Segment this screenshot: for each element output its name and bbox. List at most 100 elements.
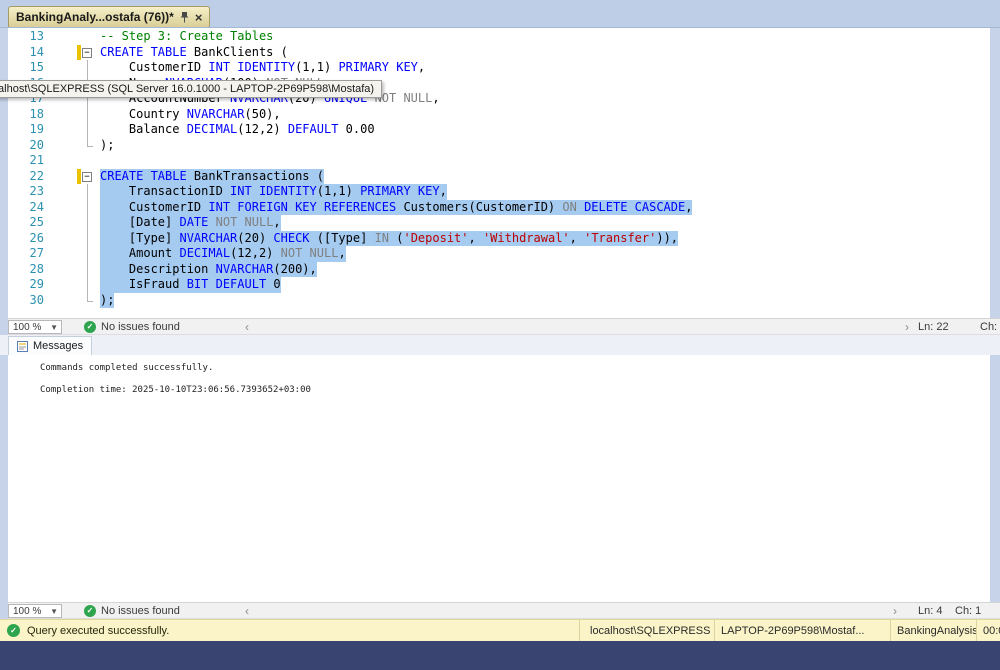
collapse-toggle-icon[interactable]: − — [81, 45, 95, 61]
fold-margin — [81, 261, 95, 278]
tab-messages[interactable]: Messages — [8, 336, 93, 355]
line-number: 26 — [29, 230, 44, 245]
fold-margin — [81, 122, 95, 138]
line-number: 19 — [29, 122, 44, 136]
query-status-bar: ✓ Query executed successfully. localhost… — [0, 619, 1000, 641]
column-indicator: Ch: 1 — [955, 605, 982, 617]
line-number: 29 — [29, 277, 44, 291]
code-line[interactable]: 14 − CREATE TABLE BankClients ( — [8, 44, 990, 61]
code-line[interactable]: 28 Description NVARCHAR(200), — [8, 261, 990, 278]
code-text: -- Step 3: Create Tables — [100, 29, 274, 43]
results-tab-row: Messages — [0, 335, 1000, 355]
code-text: Description NVARCHAR(200), — [100, 261, 317, 277]
elapsed-time-indicator: 00:0... — [976, 620, 1000, 641]
issues-indicator: ✓ No issues found — [84, 603, 180, 618]
messages-line: Completion time: 2025-10-10T23:06:56.739… — [40, 385, 311, 395]
chevron-down-icon: ▼ — [50, 606, 58, 616]
code-line[interactable]: 25 [Date] DATE NOT NULL, — [8, 215, 990, 231]
code-line[interactable]: 27 Amount DECIMAL(12,2) NOT NULL, — [8, 246, 990, 262]
check-icon: ✓ — [84, 604, 96, 617]
zoom-value: 100 % — [13, 605, 42, 617]
code-line[interactable]: 22 − CREATE TABLE BankTransactions ( — [8, 168, 990, 185]
messages-status-strip: 100 % ▼ ✓ No issues found ‹ › Ln: 4 Ch: … — [8, 602, 1000, 619]
connection-tooltip: localhost\SQLEXPRESS (SQL Server 16.0.10… — [0, 80, 383, 98]
fold-margin — [81, 230, 95, 247]
line-indicator: Ln: 4 — [918, 605, 943, 617]
user-indicator: LAPTOP-2P69P598\Mostaf... — [714, 620, 890, 641]
code-area[interactable]: 13 -- Step 3: Create Tables 14− CREATE TABL… — [8, 28, 990, 308]
code-line[interactable]: 26 [Type] NVARCHAR(20) CHECK ([Type] IN … — [8, 230, 990, 247]
line-number: 27 — [29, 246, 44, 260]
code-line[interactable]: 29 IsFraud BIT DEFAULT 0 — [8, 277, 990, 293]
messages-icon — [17, 340, 28, 352]
status-bar-panels: localhost\SQLEXPRESS (16.0 ... LAPTOP-2P… — [579, 620, 1000, 641]
code-line[interactable]: 20); — [8, 137, 990, 154]
collapse-toggle-icon[interactable]: − — [81, 169, 95, 185]
line-number: 20 — [29, 137, 44, 152]
database-indicator: BankingAnalysis — [890, 620, 976, 641]
close-icon[interactable]: × — [195, 11, 203, 24]
code-line[interactable]: 19 Balance DECIMAL(12,2) DEFAULT 0.00 — [8, 122, 990, 138]
scroll-right-icon[interactable]: › — [893, 604, 897, 618]
document-tab-title: BankingAnaly...ostafa (76))* — [16, 10, 174, 24]
code-line[interactable]: 24 CustomerID INT FOREIGN KEY REFERENCES… — [8, 199, 990, 216]
line-number: 18 — [29, 106, 44, 121]
document-tab-bar: BankingAnaly...ostafa (76))* × — [0, 0, 1000, 28]
pin-icon[interactable] — [180, 11, 189, 23]
elapsed-label: 00:0... — [983, 624, 1000, 637]
fold-margin — [81, 184, 95, 200]
check-icon: ✓ — [84, 320, 96, 333]
status-message: Query executed successfully. — [27, 624, 170, 637]
success-check-icon: ✓ — [7, 624, 20, 637]
code-line[interactable]: 15 CustomerID INT IDENTITY(1,1) PRIMARY … — [8, 60, 990, 76]
column-indicator: Ch: — [980, 321, 998, 333]
code-text: [Date] DATE NOT NULL, — [100, 215, 281, 231]
code-text: Country NVARCHAR(50), — [100, 106, 281, 121]
document-tab[interactable]: BankingAnaly...ostafa (76))* × — [8, 6, 211, 27]
zoom-value: 100 % — [13, 321, 42, 333]
code-text: ); — [100, 292, 115, 308]
issues-label: No issues found — [101, 604, 180, 617]
line-number: 24 — [29, 199, 44, 214]
code-line[interactable]: 23 TransactionID INT IDENTITY(1,1) PRIMA… — [8, 184, 990, 200]
fold-margin — [81, 292, 95, 309]
code-line[interactable]: 30); — [8, 292, 990, 309]
code-line[interactable]: 21 — [8, 153, 990, 169]
taskbar-area — [0, 641, 1000, 670]
messages-tab-label: Messages — [33, 340, 84, 352]
zoom-selector[interactable]: 100 % ▼ — [8, 320, 62, 334]
code-text: CustomerID INT FOREIGN KEY REFERENCES Cu… — [100, 199, 693, 215]
fold-margin — [81, 29, 95, 45]
database-label: BankingAnalysis — [897, 624, 976, 637]
user-label: LAPTOP-2P69P598\Mostaf... — [721, 624, 865, 637]
code-text: TransactionID INT IDENTITY(1,1) PRIMARY … — [100, 184, 447, 200]
line-number: 13 — [29, 29, 44, 43]
line-number: 15 — [29, 60, 44, 74]
scroll-right-icon[interactable]: › — [905, 320, 909, 334]
fold-margin — [81, 277, 95, 293]
code-text: Amount DECIMAL(12,2) NOT NULL, — [100, 246, 346, 262]
sql-editor[interactable]: 13 -- Step 3: Create Tables 14− CREATE TABL… — [0, 28, 990, 318]
line-number: 23 — [29, 184, 44, 198]
scroll-left-icon[interactable]: ‹ — [245, 320, 249, 334]
fold-margin — [81, 60, 95, 76]
scroll-left-icon[interactable]: ‹ — [245, 604, 249, 618]
zoom-selector[interactable]: 100 % ▼ — [8, 604, 62, 618]
messages-pane: Commands completed successfully. Complet… — [8, 355, 990, 602]
fold-margin — [81, 153, 95, 169]
server-label: localhost\SQLEXPRESS (16.0 ... — [590, 624, 714, 637]
code-text: Balance DECIMAL(12,2) DEFAULT 0.00 — [100, 122, 375, 136]
line-indicator: Ln: 22 — [918, 321, 949, 333]
code-text: IsFraud BIT DEFAULT 0 — [100, 277, 281, 293]
code-text: CREATE TABLE BankTransactions ( — [100, 168, 324, 184]
fold-margin — [81, 215, 95, 231]
chevron-down-icon: ▼ — [50, 322, 58, 332]
code-line[interactable]: 13 -- Step 3: Create Tables — [8, 29, 990, 45]
issues-indicator: ✓ No issues found — [84, 319, 180, 334]
messages-line: Commands completed successfully. — [40, 363, 214, 373]
code-text: [Type] NVARCHAR(20) CHECK ([Type] IN ('D… — [100, 230, 679, 246]
code-line[interactable]: 18 Country NVARCHAR(50), — [8, 106, 990, 123]
fold-margin — [81, 106, 95, 123]
fold-margin — [81, 199, 95, 216]
fold-margin — [81, 137, 95, 154]
